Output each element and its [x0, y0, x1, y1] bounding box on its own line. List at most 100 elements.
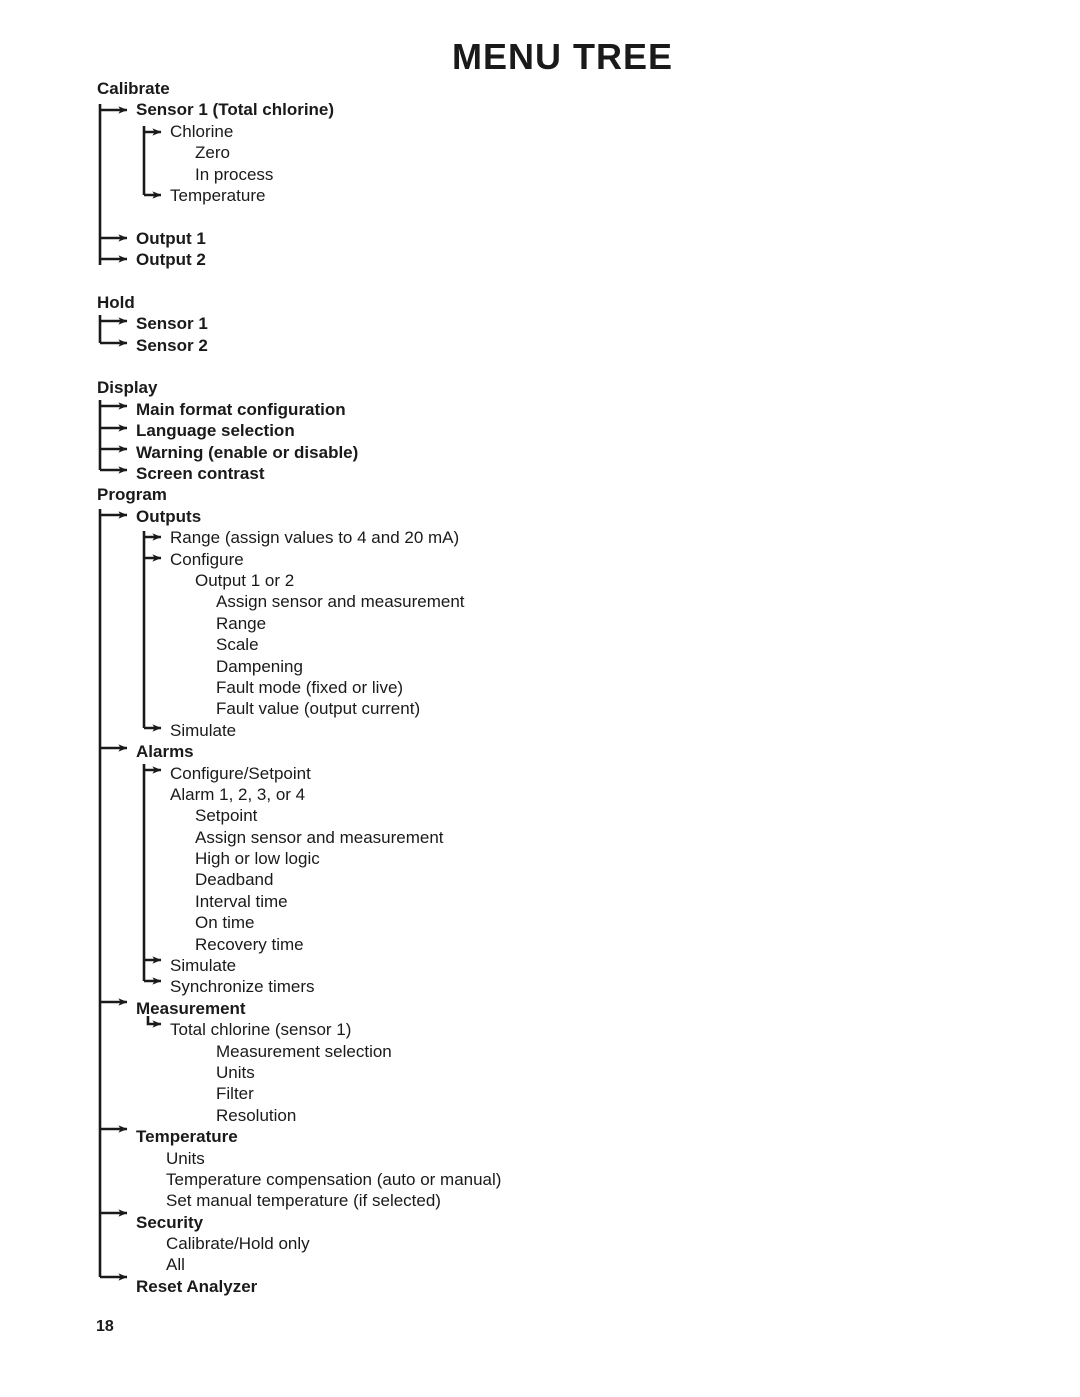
tree-item-label: Configure/Setpoint [170, 763, 311, 783]
tree-row: Calibrate [0, 78, 1080, 99]
tree-row: Configure/Setpoint [0, 763, 1080, 784]
tree-row: Assign sensor and measurement [0, 591, 1080, 612]
tree-row: Scale [0, 634, 1080, 655]
tree-item-label: Calibrate/Hold only [166, 1234, 310, 1254]
tree-row: Calibrate/Hold only [0, 1233, 1080, 1254]
page-title: MENU TREE [451, 36, 673, 77]
tree-row: Resolution [0, 1105, 1080, 1126]
tree-item-label: Fault mode (fixed or live) [216, 677, 404, 697]
tree-row: Configure [0, 549, 1080, 570]
tree-item-label: Screen contrast [136, 464, 265, 484]
tree-row: Output 1 or 2 [0, 570, 1080, 591]
tree-item-label: In process [195, 164, 274, 184]
tree-row: Outputs [0, 506, 1080, 527]
tree-row: Main format configuration [0, 399, 1080, 420]
tree-item-label: Units [216, 1062, 255, 1082]
tree-item-label: Configure [170, 549, 244, 569]
tree-item-label: Scale [216, 635, 259, 655]
tree-row: Total chlorine (sensor 1) [0, 1019, 1080, 1040]
tree-item-label: Assign sensor and measurement [216, 592, 465, 612]
tree-row: Deadband [0, 869, 1080, 890]
tree-item-label: Setpoint [195, 806, 258, 826]
tree-item-label: Outputs [136, 506, 202, 526]
tree-row: Temperature [0, 185, 1080, 206]
tree-item-label: Simulate [170, 956, 237, 976]
tree-item-label: Total chlorine (sensor 1) [170, 1020, 352, 1040]
tree-row: Temperature [0, 1126, 1080, 1147]
tree-row: Alarm 1, 2, 3, or 4 [0, 784, 1080, 805]
tree-item-label: Zero [195, 143, 230, 163]
tree-item-label: Sensor 1 [136, 314, 208, 334]
tree-item-label: Output 2 [136, 250, 206, 270]
tree-row: High or low logic [0, 848, 1080, 869]
tree-item-label: Main format configuration [136, 399, 346, 419]
tree-row: Reset Analyzer [0, 1276, 1080, 1297]
tree-item-label: Set manual temperature (if selected) [166, 1191, 441, 1211]
tree-row: Fault mode (fixed or live) [0, 677, 1080, 698]
tree-item-label: Sensor 2 [136, 335, 208, 355]
tree-row: Warning (enable or disable) [0, 442, 1080, 463]
tree-row: Measurement selection [0, 1041, 1080, 1062]
tree-item-label: High or low logic [195, 849, 320, 869]
tree-item-label: Deadband [195, 870, 274, 890]
tree-row: Sensor 1 (Total chlorine) [0, 99, 1080, 120]
tree-row: Interval time [0, 891, 1080, 912]
tree-row: Temperature compensation (auto or manual… [0, 1169, 1080, 1190]
tree-row: Units [0, 1148, 1080, 1169]
tree-row: Zero [0, 142, 1080, 163]
tree-row: Simulate [0, 720, 1080, 741]
tree-row: Dampening [0, 656, 1080, 677]
tree-item-label: Display [97, 378, 158, 398]
tree-row: Sensor 2 [0, 335, 1080, 356]
tree-item-label: Chlorine [170, 121, 234, 141]
tree-item-label: Measurement selection [216, 1041, 392, 1061]
tree-item-label: Dampening [216, 656, 303, 676]
tree-item-label: Interval time [195, 891, 288, 911]
tree-item-label: Assign sensor and measurement [195, 827, 444, 847]
tree-row: Measurement [0, 998, 1080, 1019]
tree-row: On time [0, 912, 1080, 933]
tree-item-label: Fault value (output current) [216, 699, 421, 719]
tree-item-label: Security [136, 1212, 204, 1232]
tree-row: Simulate [0, 955, 1080, 976]
tree-item-label: Simulate [170, 720, 237, 740]
tree-row: Set manual temperature (if selected) [0, 1190, 1080, 1211]
document-page: MENU TREE Calibrate Sensor 1 (Total chlo… [0, 0, 1080, 1397]
tree-row: Range (assign values to 4 and 20 mA) [0, 527, 1080, 548]
tree-item-label: Range [216, 613, 267, 633]
tree-row: Screen contrast [0, 463, 1080, 484]
tree-item-label: Warning (enable or disable) [136, 442, 359, 462]
tree-item-label: Synchronize timers [170, 977, 315, 997]
tree-row: Units [0, 1062, 1080, 1083]
tree-item-label: Output 1 or 2 [195, 570, 295, 590]
tree-row: Sensor 1 [0, 313, 1080, 334]
tree-row: Hold [0, 292, 1080, 313]
tree-item-label: Alarm 1, 2, 3, or 4 [170, 784, 306, 804]
tree-item-label: Reset Analyzer [136, 1276, 258, 1296]
tree-item-label: Units [166, 1148, 205, 1168]
tree-row: Output 2 [0, 249, 1080, 270]
tree-item-label: All [166, 1255, 185, 1275]
tree-item-label: Hold [97, 292, 135, 312]
tree-row: Recovery time [0, 934, 1080, 955]
tree-row: All [0, 1254, 1080, 1275]
menu-tree: Calibrate Sensor 1 (Total chlorine) Chlo… [0, 78, 1080, 1297]
tree-row: Output 1 [0, 228, 1080, 249]
tree-row: Security [0, 1212, 1080, 1233]
tree-item-label: Program [97, 485, 167, 505]
page-number: 18 [96, 1318, 114, 1335]
tree-row: Language selection [0, 420, 1080, 441]
tree-item-label: Temperature compensation (auto or manual… [166, 1169, 502, 1189]
tree-row: Program [0, 484, 1080, 505]
tree-item-label: Calibrate [97, 79, 170, 98]
tree-row: Synchronize timers [0, 976, 1080, 997]
tree-item-label: Sensor 1 (Total chlorine) [136, 100, 335, 120]
tree-row: Fault value (output current) [0, 698, 1080, 719]
tree-item-label: Recovery time [195, 934, 304, 954]
tree-item-label: Measurement [136, 998, 246, 1018]
tree-row: Alarms [0, 741, 1080, 762]
tree-item-label: Filter [216, 1084, 254, 1104]
